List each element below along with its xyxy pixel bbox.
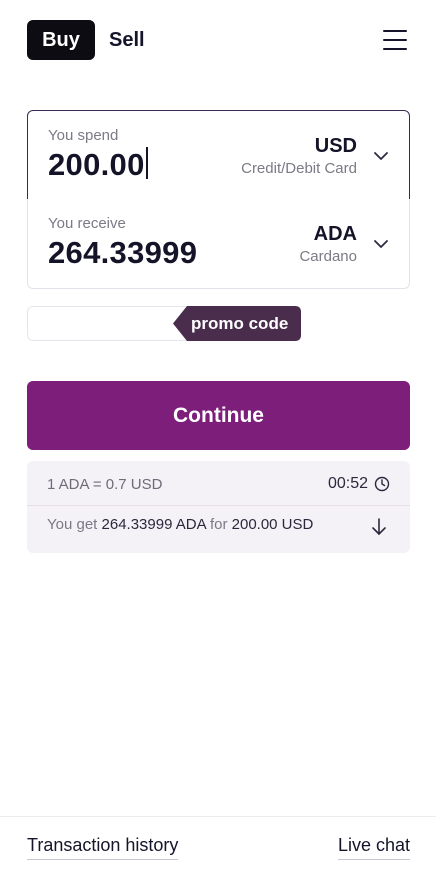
spend-amount-value: 200.00 (48, 147, 145, 182)
exchange-rate: 1 ADA = 0.7 USD (47, 476, 163, 493)
payment-method: Credit/Debit Card (241, 160, 357, 177)
you-get-prefix: You get (47, 516, 98, 533)
chevron-down-icon[interactable] (373, 148, 389, 164)
you-get-for: for (209, 516, 228, 533)
continue-button[interactable]: Continue (27, 381, 410, 450)
tab-sell[interactable]: Sell (109, 20, 145, 60)
live-chat-link[interactable]: Live chat (337, 835, 410, 860)
rate-timer: 00:52 (328, 475, 390, 493)
clock-icon (374, 476, 390, 492)
you-get-price: 200.00 USD (231, 516, 314, 533)
arrow-down-icon[interactable] (370, 517, 388, 537)
hamburger-menu-icon[interactable] (383, 28, 407, 52)
receive-currency-code[interactable]: ADA (314, 223, 357, 246)
spend-amount-input[interactable]: 200.00 (48, 147, 148, 183)
tab-buy[interactable]: Buy (27, 20, 95, 60)
chevron-down-icon[interactable] (373, 236, 389, 252)
top-bar: Buy Sell (27, 20, 409, 60)
receive-field[interactable]: You receive 264.33999 ADA Cardano (27, 199, 410, 289)
text-cursor (145, 147, 148, 179)
promo-code-label[interactable]: promo code (191, 306, 288, 341)
promo-code-row: promo code (27, 306, 301, 341)
receive-amount: 264.33999 (48, 235, 198, 270)
rate-info-panel: 1 ADA = 0.7 USD 00:52 You get 264.33999 … (27, 461, 410, 553)
divider (27, 505, 410, 506)
footer: Transaction history Live chat (0, 816, 436, 872)
transaction-history-link[interactable]: Transaction history (27, 835, 179, 860)
spend-label: You spend (48, 127, 119, 144)
spend-currency-code[interactable]: USD (315, 135, 357, 158)
receive-label: You receive (48, 215, 126, 232)
timer-value: 00:52 (327, 475, 368, 492)
you-get-amount: 264.33999 ADA (101, 516, 206, 533)
receive-currency-name: Cardano (299, 248, 357, 265)
you-get-summary: You get 264.33999 ADA for 200.00 USD (47, 516, 313, 533)
spend-field[interactable]: You spend 200.00 USD Credit/Debit Card (27, 110, 410, 200)
